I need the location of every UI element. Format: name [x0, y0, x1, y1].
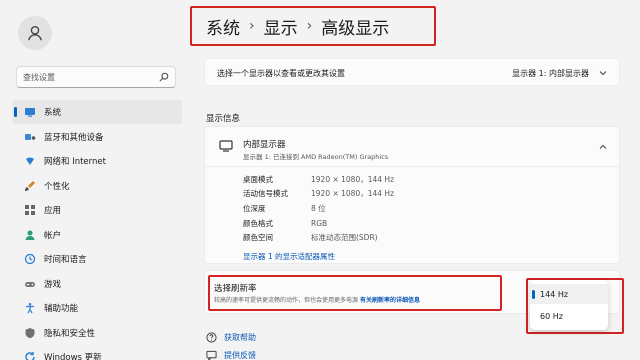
person-icon	[24, 229, 36, 241]
main-content: 系统 › 显示 › 高级显示 选择一个显示器以查看或更改其设置 显示器 1: 内…	[190, 0, 640, 360]
sidebar-item-label: 辅助功能	[44, 304, 79, 314]
refresh-rate-info-link[interactable]: 有关刷新率的详细信息	[360, 297, 420, 304]
search-placeholder: 查找设置	[23, 73, 55, 82]
sidebar-item-label: 游戏	[44, 279, 62, 290]
page-title: 高级显示	[321, 18, 390, 39]
help-icon	[206, 332, 217, 343]
sidebar-item-label: 应用	[44, 206, 62, 216]
accessibility-icon	[24, 302, 36, 314]
sidebar-item-label: 系统	[44, 108, 62, 118]
search-input[interactable]: 查找设置	[16, 66, 176, 88]
sidebar-item-label: 蓝牙和其他设备	[44, 132, 104, 143]
info-key: 颜色空间	[243, 233, 273, 243]
info-key: 颜色格式	[243, 218, 273, 228]
info-key: 桌面模式	[243, 174, 273, 184]
sidebar-item-label: 网络和 Internet	[44, 157, 106, 167]
chevron-down-icon[interactable]	[599, 69, 607, 77]
sidebar-item-label: 帐户	[44, 230, 62, 241]
wifi-icon	[24, 155, 36, 167]
info-value: RGB	[311, 218, 328, 228]
display-select-dropdown[interactable]: 显示器 1: 内部显示器	[512, 68, 589, 79]
info-value: 8 位	[311, 203, 326, 213]
display-info-header[interactable]: 内部显示器 显示器 1: 已连接到 AMD Radeon(TM) Graphic…	[205, 127, 621, 167]
globe-clock-icon	[24, 253, 36, 265]
info-key: 位深度	[243, 203, 266, 213]
refresh-rate-description: 较高的速率可提供更流畅的动作，但也会使用更多电源 有关刷新率的详细信息	[214, 295, 420, 304]
refresh-desc-text: 较高的速率可提供更流畅的动作，但也会使用更多电源	[214, 297, 359, 304]
refresh-option-60[interactable]: 60 Hz	[530, 306, 608, 326]
update-icon	[24, 351, 36, 360]
chevron-right-icon: ›	[306, 18, 313, 34]
sidebar-item-privacy[interactable]: 隐私和安全性	[12, 321, 182, 345]
display-subtitle: 显示器 1: 已连接到 AMD Radeon(TM) Graphics	[243, 153, 389, 161]
sidebar-item-bluetooth[interactable]: 蓝牙和其他设备	[12, 125, 182, 149]
section-title: 显示信息	[206, 114, 241, 124]
sidebar-item-system[interactable]: 系统	[12, 100, 182, 124]
brush-icon	[24, 180, 36, 192]
user-icon	[28, 26, 42, 41]
sidebar: 查找设置 系统 蓝牙和其他设备 网络和 Internet 个性化 应用 帐户 时…	[0, 0, 190, 360]
chevron-up-icon[interactable]	[599, 143, 607, 151]
chevron-right-icon: ›	[249, 18, 255, 34]
gamepad-icon	[24, 278, 36, 290]
refresh-rate-title: 选择刷新率	[214, 284, 257, 294]
settings-window: 查找设置 系统 蓝牙和其他设备 网络和 Internet 个性化 应用 帐户 时…	[0, 0, 640, 360]
apps-icon	[24, 204, 36, 216]
sidebar-item-label: 时间和语言	[44, 255, 87, 265]
refresh-option-144[interactable]: 144 Hz	[530, 284, 608, 304]
info-row: 颜色格式 RGB	[243, 216, 394, 231]
sidebar-item-accessibility[interactable]: 辅助功能	[12, 296, 182, 320]
sidebar-nav: 系统 蓝牙和其他设备 网络和 Internet 个性化 应用 帐户 时间和语言 …	[12, 100, 182, 360]
feedback-link[interactable]: 提供反馈	[206, 350, 256, 360]
info-value: 1920 × 1080，144 Hz	[311, 189, 395, 199]
sidebar-item-apps[interactable]: 应用	[12, 198, 182, 222]
adapter-properties-link[interactable]: 显示器 1 的显示适配器属性	[243, 251, 335, 262]
display-select-card: 选择一个显示器以查看或更改其设置 显示器 1: 内部显示器	[204, 58, 620, 86]
monitor-icon	[219, 140, 233, 152]
search-icon	[159, 72, 169, 82]
info-row: 位深度 8 位	[243, 201, 394, 216]
feedback-label: 提供反馈	[224, 351, 256, 360]
sidebar-item-personalization[interactable]: 个性化	[12, 174, 182, 198]
info-key: 活动信号模式	[243, 189, 288, 199]
sidebar-item-windows-update[interactable]: Windows 更新	[12, 345, 182, 360]
bluetooth-icon	[24, 131, 36, 143]
sidebar-item-label: 个性化	[44, 181, 70, 192]
monitor-icon	[24, 106, 36, 118]
breadcrumb-system[interactable]: 系统	[206, 14, 240, 39]
sidebar-item-label: Windows 更新	[44, 353, 102, 360]
display-info-card: 内部显示器 显示器 1: 已连接到 AMD Radeon(TM) Graphic…	[204, 126, 621, 264]
sidebar-item-time-language[interactable]: 时间和语言	[12, 247, 182, 271]
breadcrumb: 系统 › 显示 › 高级显示	[190, 6, 436, 46]
feedback-icon	[206, 350, 217, 360]
info-value: 标准动态范围(SDR)	[311, 233, 378, 243]
info-value: 1920 × 1080，144 Hz	[311, 174, 395, 184]
info-row: 桌面模式 1920 × 1080，144 Hz	[243, 172, 394, 187]
info-row: 颜色空间 标准动态范围(SDR)	[243, 230, 394, 245]
avatar[interactable]	[18, 16, 52, 50]
info-row: 活动信号模式 1920 × 1080，144 Hz	[243, 187, 394, 202]
refresh-rate-dropdown[interactable]: 144 Hz 60 Hz	[530, 280, 608, 330]
sidebar-item-accounts[interactable]: 帐户	[12, 223, 182, 247]
breadcrumb-display[interactable]: 显示	[264, 14, 298, 39]
shield-icon	[24, 327, 36, 339]
get-help-label: 获取帮助	[224, 333, 256, 342]
get-help-link[interactable]: 获取帮助	[206, 332, 256, 343]
display-name: 内部显示器	[243, 140, 286, 150]
sidebar-item-label: 隐私和安全性	[44, 328, 96, 339]
sidebar-item-gaming[interactable]: 游戏	[12, 272, 182, 296]
display-select-label: 选择一个显示器以查看或更改其设置	[217, 69, 345, 78]
display-info-rows: 桌面模式 1920 × 1080，144 Hz 活动信号模式 1920 × 1080…	[243, 172, 394, 245]
sidebar-item-network[interactable]: 网络和 Internet	[12, 149, 182, 173]
